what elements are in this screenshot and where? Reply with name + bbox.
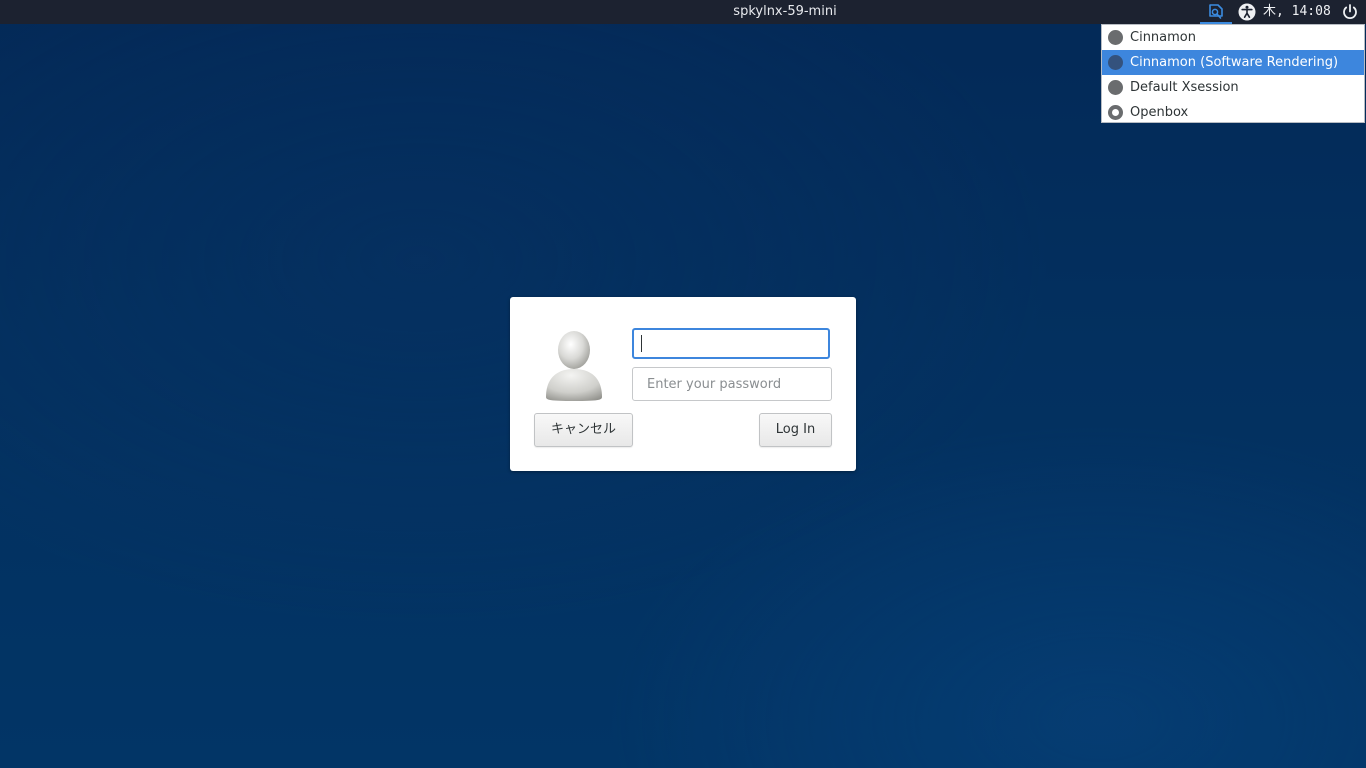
username-input[interactable] [632,328,830,359]
password-input[interactable] [632,367,832,401]
session-item-label: Openbox [1130,105,1189,120]
power-icon[interactable] [1341,3,1359,21]
log-in-button[interactable]: Log In [759,413,832,447]
hostname-text: spkylnx-59-mini [733,4,837,19]
clock[interactable]: 木, 14:08 [1263,4,1331,20]
session-item-label: Cinnamon [1130,30,1196,45]
session-item-label: Cinnamon (Software Rendering) [1130,55,1339,70]
login-card: キャンセル Log In [510,297,856,471]
radio-icon [1108,80,1123,95]
accessibility-icon[interactable] [1238,3,1256,21]
session-item-openbox[interactable]: Openbox [1102,100,1364,125]
radio-icon [1108,30,1123,45]
text-caret [641,335,642,352]
radio-checked-icon [1108,105,1123,120]
session-item-label: Default Xsession [1130,80,1239,95]
session-item-default-xsession[interactable]: Default Xsession [1102,75,1364,100]
session-selector-icon [1209,4,1223,19]
session-selector[interactable] [1200,0,1232,24]
top-panel: spkylnx-59-mini 木, 14:08 [0,0,1366,24]
user-avatar-icon [542,327,606,401]
hostname-label: spkylnx-59-mini [0,4,1366,20]
cancel-button[interactable]: キャンセル [534,413,633,447]
session-item-cinnamon-software-rendering[interactable]: Cinnamon (Software Rendering) [1102,50,1364,75]
session-menu: Cinnamon Cinnamon (Software Rendering) D… [1101,24,1365,123]
radio-icon [1108,55,1123,70]
session-item-cinnamon[interactable]: Cinnamon [1102,25,1364,50]
